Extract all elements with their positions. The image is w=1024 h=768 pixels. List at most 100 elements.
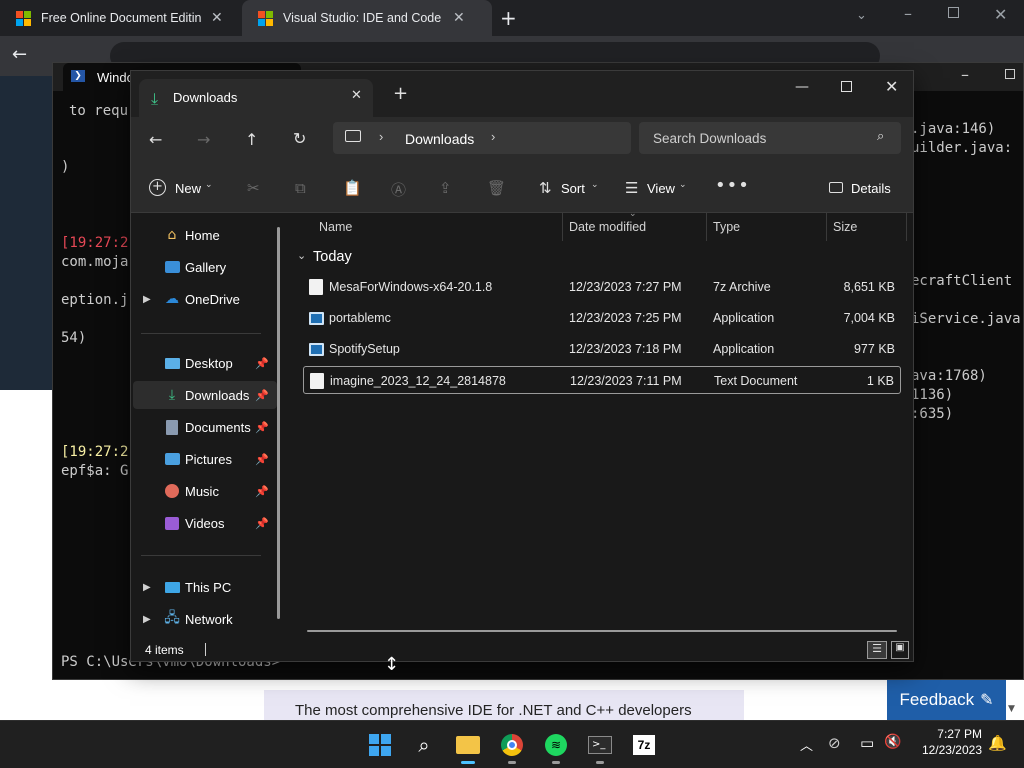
taskbar-search-icon[interactable]: ⌕ — [408, 729, 440, 761]
minimize-icon[interactable]: — — [795, 79, 809, 95]
refresh-icon[interactable]: ↻ — [293, 129, 306, 148]
display-icon[interactable]: ▭ — [860, 734, 874, 752]
delete-icon[interactable]: 🗑 — [487, 179, 506, 197]
terminal-minimize-icon[interactable]: – — [961, 65, 969, 84]
address-bar[interactable]: › Downloads › — [333, 122, 631, 154]
file-row[interactable]: portablemc 12/23/2023 7:25 PM Applicatio… — [303, 304, 901, 332]
close-window-icon[interactable]: ✕ — [885, 77, 898, 96]
share-icon[interactable]: ⇪ — [439, 179, 452, 197]
search-box[interactable]: Search Downloads ⌕ — [639, 122, 901, 154]
up-arrow-icon[interactable]: ↑ — [245, 130, 258, 149]
file-row[interactable]: MesaForWindows-x64-20.1.8 12/23/2023 7:2… — [303, 273, 901, 301]
more-options-icon[interactable]: ••• — [715, 175, 750, 196]
nav-item-this-pc[interactable]: ▶ This PC — [133, 573, 277, 601]
details-view-icon[interactable]: ☰ — [867, 641, 887, 659]
search-icon[interactable]: ⌕ — [877, 129, 884, 144]
start-button[interactable] — [364, 729, 396, 761]
nav-item-gallery[interactable]: Gallery — [133, 253, 277, 281]
download-icon: ⤓ — [168, 387, 176, 403]
nav-item-documents[interactable]: Documents 📌 — [133, 413, 277, 441]
breadcrumb-chevron-icon[interactable]: › — [491, 129, 495, 144]
tab-search-chevron-icon[interactable]: ⌄ — [856, 8, 867, 23]
close-window-icon[interactable]: ✕ — [994, 5, 1007, 24]
new-tab-plus-icon[interactable]: + — [393, 83, 408, 104]
close-tab-icon[interactable]: ✕ — [453, 10, 465, 26]
clock[interactable]: 7:27 PM 12/23/2023 — [912, 727, 982, 757]
volume-muted-icon[interactable]: 🔇 — [884, 734, 901, 750]
column-header-name[interactable]: Name — [313, 213, 563, 241]
nav-item-videos[interactable]: Videos 📌 — [133, 509, 277, 537]
file-explorer-window[interactable]: ⤓ Downloads ✕ + — ✕ ← → ↑ ↻ › Downloads … — [130, 70, 914, 662]
column-header-row: Name Date modified Type Size ⌄ — [289, 209, 913, 241]
nav-label: Music — [185, 483, 219, 499]
scroll-down-arrow-icon[interactable]: ▼ — [1008, 704, 1015, 714]
nav-scrollbar[interactable] — [277, 227, 280, 619]
file-row[interactable]: SpotifySetup 12/23/2023 7:18 PM Applicat… — [303, 335, 901, 363]
feedback-button[interactable]: Feedback ✎ — [887, 680, 1006, 720]
pin-icon[interactable]: 📌 — [255, 357, 269, 370]
terminal-maximize-icon[interactable] — [1005, 69, 1015, 79]
details-pane-button[interactable]: Details — [823, 175, 899, 203]
file-row-focused[interactable]: imagine_2023_12_24_2814878 12/23/2023 7:… — [303, 366, 901, 394]
videos-icon — [163, 514, 181, 532]
expand-chevron-icon[interactable]: ▶ — [143, 582, 151, 593]
maximize-icon[interactable] — [841, 81, 852, 92]
close-tab-icon[interactable]: ✕ — [211, 10, 223, 26]
paste-icon[interactable]: 📋 — [343, 179, 362, 197]
browser-tab-visual-studio[interactable]: Visual Studio: IDE and Code Edito ✕ — [242, 0, 492, 36]
nav-item-onedrive[interactable]: ▶ ☁ OneDrive — [133, 285, 277, 313]
terminal-line: .java:146) — [911, 121, 996, 137]
new-button[interactable]: + New ⌄ — [141, 175, 215, 203]
plus-circle-icon: + — [149, 179, 166, 196]
nav-item-music[interactable]: Music 📌 — [133, 477, 277, 505]
view-button[interactable]: ☰ View ⌄ — [621, 175, 691, 203]
nav-item-pictures[interactable]: Pictures 📌 — [133, 445, 277, 473]
rename-icon[interactable]: Ⓐ — [391, 179, 406, 200]
nav-item-home[interactable]: ⌂ Home — [133, 221, 277, 249]
pictures-icon — [163, 450, 181, 468]
pin-icon[interactable]: 📌 — [255, 517, 269, 530]
taskbar-7zip[interactable]: 7z — [628, 729, 660, 761]
cut-icon[interactable]: ✂ — [247, 179, 260, 197]
taskbar-terminal[interactable]: >_ — [584, 729, 616, 764]
large-icons-view-icon[interactable]: ▣ — [891, 641, 909, 659]
restore-icon[interactable] — [948, 7, 959, 18]
chrome-icon — [501, 734, 523, 756]
command-bar: + New ⌄ ✂ ⧉ 📋 Ⓐ ⇪ 🗑 ⇅ Sort ⌄ ☰ View ⌄ ••… — [131, 165, 913, 213]
nav-item-downloads[interactable]: ⤓ Downloads 📌 — [133, 381, 277, 409]
minimize-icon[interactable]: – — [904, 4, 912, 23]
back-arrow-icon[interactable]: ← — [149, 130, 162, 149]
taskbar-chrome[interactable] — [496, 729, 528, 764]
column-header-size[interactable]: Size — [827, 213, 907, 241]
copy-icon[interactable]: ⧉ — [295, 179, 306, 197]
show-hidden-icons-chevron-icon[interactable]: ︿ — [800, 735, 813, 754]
download-icon: ⤓ — [151, 89, 159, 108]
chevron-down-icon: ⌄ — [205, 180, 213, 190]
expand-chevron-icon[interactable]: ▶ — [143, 614, 151, 625]
expand-chevron-icon[interactable]: ▶ — [143, 294, 151, 305]
taskbar-spotify[interactable]: ≋ — [540, 729, 572, 764]
pin-icon[interactable]: 📌 — [255, 485, 269, 498]
pin-icon[interactable]: 📌 — [255, 389, 269, 402]
group-header-today[interactable]: ⌄ Today — [297, 247, 497, 269]
new-tab-plus-icon[interactable]: + — [500, 6, 517, 30]
nav-item-desktop[interactable]: Desktop 📌 — [133, 349, 277, 377]
network-disconnected-icon[interactable]: ⊘ — [828, 734, 841, 752]
pin-icon[interactable]: 📌 — [255, 453, 269, 466]
browser-tab-document-editing[interactable]: Free Online Document Editing w ✕ — [0, 0, 248, 36]
breadcrumb-downloads[interactable]: Downloads — [405, 131, 474, 147]
pin-icon[interactable]: 📌 — [255, 421, 269, 434]
notification-bell-icon[interactable]: 🔔 — [988, 734, 1007, 752]
forward-arrow-icon[interactable]: → — [197, 130, 210, 149]
column-header-type[interactable]: Type — [707, 213, 827, 241]
text-file-icon — [310, 373, 324, 389]
close-tab-icon[interactable]: ✕ — [351, 88, 362, 103]
clock-date: 12/23/2023 — [921, 743, 982, 757]
sort-button[interactable]: ⇅ Sort ⌄ — [535, 175, 601, 203]
back-arrow-icon[interactable]: ← — [12, 44, 27, 65]
nav-item-network[interactable]: ▶ 🖧 Network — [133, 605, 277, 633]
horizontal-scrollbar[interactable] — [307, 630, 897, 632]
explorer-tab-downloads[interactable]: ⤓ Downloads ✕ — [139, 79, 373, 117]
breadcrumb-chevron-icon[interactable]: › — [379, 129, 383, 144]
taskbar-file-explorer[interactable] — [452, 729, 484, 764]
